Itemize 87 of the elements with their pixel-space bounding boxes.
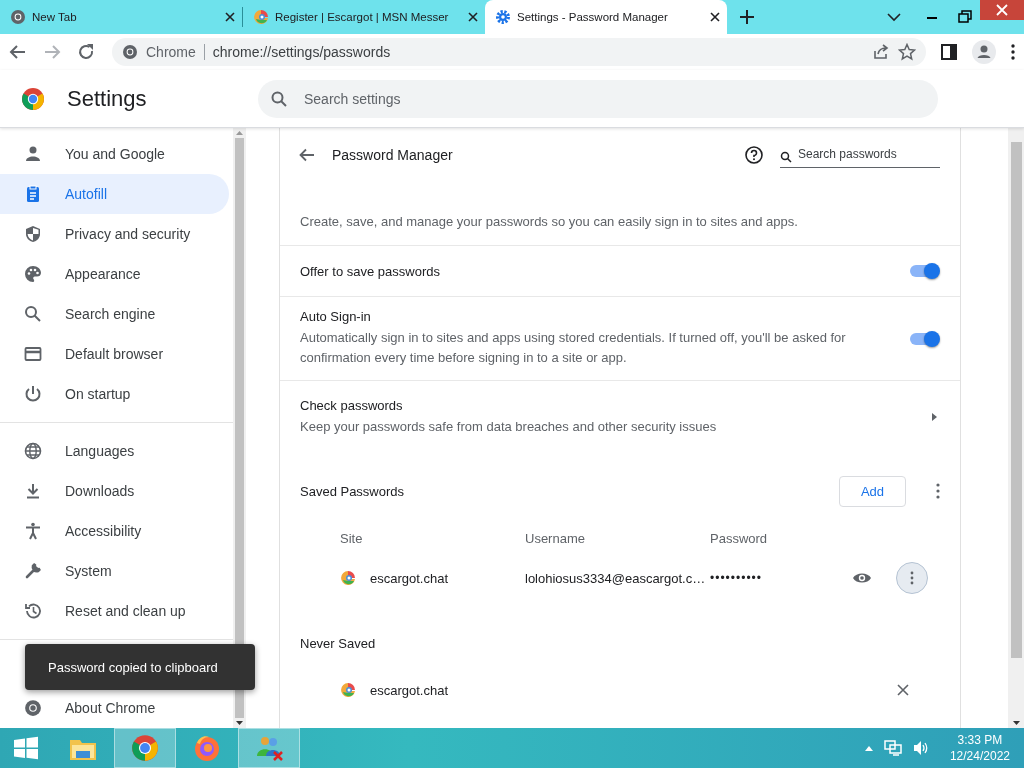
section-heading: Never Saved	[300, 635, 377, 651]
gear-icon	[495, 9, 511, 25]
chrome-icon	[10, 9, 26, 25]
power-icon	[24, 385, 42, 403]
setting-description: Automatically sign in to sites and apps using stored credentials. If turned off, you'll be asked for confirmation every time before signing in to a site or app.	[300, 329, 847, 367]
setting-label: Offer to save passwords	[300, 263, 441, 279]
search-icon	[270, 89, 288, 108]
address-bar[interactable]: Chrome chrome://settings/passwords	[112, 38, 926, 66]
network-icon[interactable]	[883, 740, 902, 756]
person-icon	[24, 145, 42, 163]
chrome-icon	[24, 699, 42, 717]
toast-message: Password copied to clipboard	[48, 659, 218, 675]
scrollbar[interactable]	[233, 128, 246, 728]
chevron-up-icon[interactable]	[863, 744, 874, 752]
column-header: Username	[525, 531, 586, 546]
scroll-down-icon[interactable]	[235, 718, 244, 728]
chrome-icon	[131, 734, 159, 762]
eye-icon[interactable]	[852, 571, 872, 585]
people-icon	[254, 734, 284, 762]
browser-tab[interactable]: Settings - Password Manager	[485, 0, 727, 34]
menu-icon[interactable]	[1010, 43, 1016, 61]
search-field[interactable]: Search settings	[258, 79, 938, 118]
share-icon[interactable]	[872, 43, 890, 61]
sidebar-item[interactable]: Appearance	[0, 254, 229, 294]
more-icon	[910, 571, 914, 585]
site-name: escargot.chat	[370, 570, 449, 586]
firefox-icon	[193, 734, 221, 762]
section-heading: Saved Passwords	[300, 483, 406, 499]
history-icon	[24, 602, 42, 620]
side-panel-icon[interactable]	[940, 43, 958, 61]
site-name: escargot.chat	[370, 682, 449, 698]
toggle-switch[interactable]	[908, 263, 940, 279]
search-icon	[780, 150, 792, 163]
browser-tab[interactable]: New Tab	[0, 0, 242, 34]
sidebar-item[interactable]: Languages	[0, 431, 229, 471]
page-title: Settings	[67, 85, 148, 112]
help-icon[interactable]	[744, 145, 764, 165]
toggle-switch[interactable]	[908, 330, 940, 347]
chrome-logo	[21, 86, 45, 111]
chrome-icon	[122, 44, 138, 60]
add-button[interactable]: Add	[839, 475, 906, 507]
sidebar-item[interactable]: Autofill	[0, 174, 229, 214]
accessibility-icon	[24, 522, 42, 540]
browser-window-icon	[24, 345, 42, 363]
setting-label: Check passwords	[300, 397, 404, 413]
globe-icon	[24, 442, 42, 460]
scrollbar[interactable]	[1008, 128, 1024, 728]
site-icon	[340, 682, 356, 698]
sidebar-item[interactable]: Reset and clean up	[0, 591, 229, 631]
section-title: Password Manager	[332, 147, 454, 163]
search-icon	[24, 305, 42, 323]
palette-icon	[24, 265, 42, 283]
sidebar-item[interactable]: On startup	[0, 374, 229, 414]
setting-label: Auto Sign-in	[300, 309, 372, 324]
close-icon[interactable]	[896, 683, 910, 697]
speaker-icon[interactable]	[911, 740, 930, 756]
profile-icon[interactable]	[972, 40, 996, 64]
more-icon[interactable]	[936, 483, 940, 499]
back-icon[interactable]	[298, 146, 316, 164]
wrench-icon	[24, 562, 42, 580]
sidebar-item[interactable]: About Chrome	[0, 688, 229, 728]
star-icon[interactable]	[898, 43, 916, 61]
setting-description: Keep your passwords safe from data breaches and other security issues	[300, 417, 718, 436]
column-header: Site	[340, 531, 364, 546]
sidebar-item[interactable]: Accessibility	[0, 511, 229, 551]
download-icon	[24, 482, 42, 500]
taskbar-app[interactable]	[114, 728, 176, 768]
sidebar-item[interactable]: Default browser	[0, 334, 229, 374]
browser-tab[interactable]: Register | Escargot | MSN Messer	[243, 0, 485, 34]
close-window-icon[interactable]	[980, 0, 1024, 20]
origin-label: Chrome	[146, 44, 196, 60]
escargot-icon	[253, 9, 269, 25]
shield-icon	[24, 225, 42, 243]
site-icon	[340, 570, 356, 586]
clipboard-icon	[24, 185, 42, 203]
search-field[interactable]: Search passwords	[780, 146, 940, 168]
password-text: ••••••••••	[710, 571, 763, 585]
sidebar-item[interactable]: Downloads	[0, 471, 229, 511]
sidebar-item[interactable]: System	[0, 551, 229, 591]
url-text: chrome://settings/passwords	[212, 44, 392, 60]
sidebar-item[interactable]: You and Google	[0, 134, 229, 174]
sidebar-item[interactable]: Search engine	[0, 294, 229, 334]
reload-icon[interactable]	[76, 42, 96, 62]
column-header: Password	[710, 531, 769, 546]
username-text: lolohiosus3334@eascargot.c…	[525, 570, 707, 586]
sidebar-item[interactable]: Privacy and security	[0, 214, 229, 254]
intro-text: Create, save, and manage your passwords so you can easily sign in to sites and apps.	[280, 182, 960, 246]
